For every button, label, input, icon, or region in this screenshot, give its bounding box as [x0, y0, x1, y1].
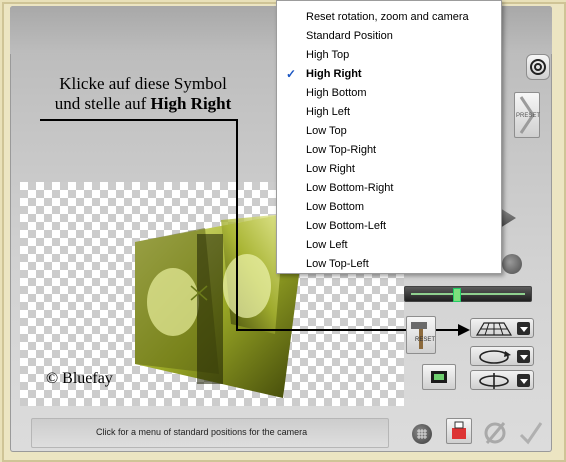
view-button[interactable] — [422, 364, 456, 390]
menu-item[interactable]: Low Right — [277, 160, 501, 179]
reset-button[interactable]: RESET — [406, 316, 436, 354]
menu-item[interactable]: Low Top-Right — [277, 141, 501, 160]
menu-item-label: Low Top — [306, 125, 347, 137]
menu-item-label: High Right — [306, 68, 362, 80]
help-button[interactable] — [526, 54, 550, 80]
chevron-down-icon — [517, 350, 530, 363]
zoom-slider[interactable] — [404, 286, 532, 302]
preset-label: PRESET — [516, 113, 541, 119]
menu-item-label: Low Left — [306, 239, 348, 251]
menu-item[interactable]: Low Bottom — [277, 198, 501, 217]
copyright-credit: © Bluefay — [46, 370, 113, 387]
status-bar: Click for a menu of standard positions f… — [31, 418, 389, 448]
menu-item[interactable]: Low Top — [277, 122, 501, 141]
menu-item-label: Low Top-Left — [306, 258, 369, 270]
preset-button[interactable]: PRESET — [514, 92, 540, 138]
hidden-control-knob[interactable] — [502, 254, 522, 274]
menu-item-label: Low Bottom-Left — [306, 220, 387, 232]
chevron-down-icon — [517, 374, 530, 387]
menu-item[interactable]: Standard Position — [277, 27, 501, 46]
zoom-slider-groove — [411, 293, 525, 295]
grid-button[interactable] — [412, 424, 432, 444]
monitor-icon — [431, 371, 447, 383]
menu-item-label: Low Bottom-Right — [306, 182, 394, 194]
grid-icon — [417, 429, 427, 439]
menu-item[interactable]: High Bottom — [277, 84, 501, 103]
orbit-icon — [479, 373, 509, 389]
camera-position-menu: Reset rotation, zoom and camera Standard … — [276, 0, 502, 274]
help-icon — [530, 59, 546, 75]
menu-item-label: High Top — [306, 49, 350, 61]
menu-item[interactable]: Low Top-Left — [277, 255, 501, 274]
zoom-slider-thumb[interactable] — [453, 288, 461, 302]
rotate-icon — [479, 350, 511, 364]
menu-item[interactable]: High Top — [277, 46, 501, 65]
export-button[interactable] — [446, 418, 472, 444]
rotate-dropdown[interactable] — [470, 346, 534, 366]
menu-item[interactable]: Low Left — [277, 236, 501, 255]
checkmark-icon: ✓ — [286, 67, 297, 81]
reset-label: RESET — [415, 337, 436, 343]
menu-item[interactable]: Low Bottom-Left — [277, 217, 501, 236]
menu-item[interactable]: Reset rotation, zoom and camera — [277, 8, 501, 27]
export-icon — [452, 421, 466, 439]
ok-checkmark-icon[interactable] — [518, 420, 544, 446]
menu-item-label: Low Top-Right — [306, 144, 377, 156]
camera-position-dropdown[interactable] — [470, 318, 534, 338]
menu-item-label: High Bottom — [306, 87, 367, 99]
perspective-grid-icon — [475, 322, 513, 336]
menu-item[interactable]: High Left — [277, 103, 501, 122]
menu-item-label: High Left — [306, 106, 351, 118]
chevron-down-icon — [517, 322, 530, 335]
cancel-icon[interactable] — [482, 420, 508, 446]
orbit-dropdown[interactable] — [470, 370, 534, 390]
menu-item-label: Reset rotation, zoom and camera — [306, 11, 469, 23]
menu-item-label: Standard Position — [306, 30, 393, 42]
menu-item-label: Low Bottom — [306, 201, 365, 213]
menu-item[interactable]: Low Bottom-Right — [277, 179, 501, 198]
hammer-icon — [411, 322, 427, 349]
menu-item[interactable]: ✓ High Right — [277, 65, 501, 84]
menu-item-label: Low Right — [306, 163, 355, 175]
